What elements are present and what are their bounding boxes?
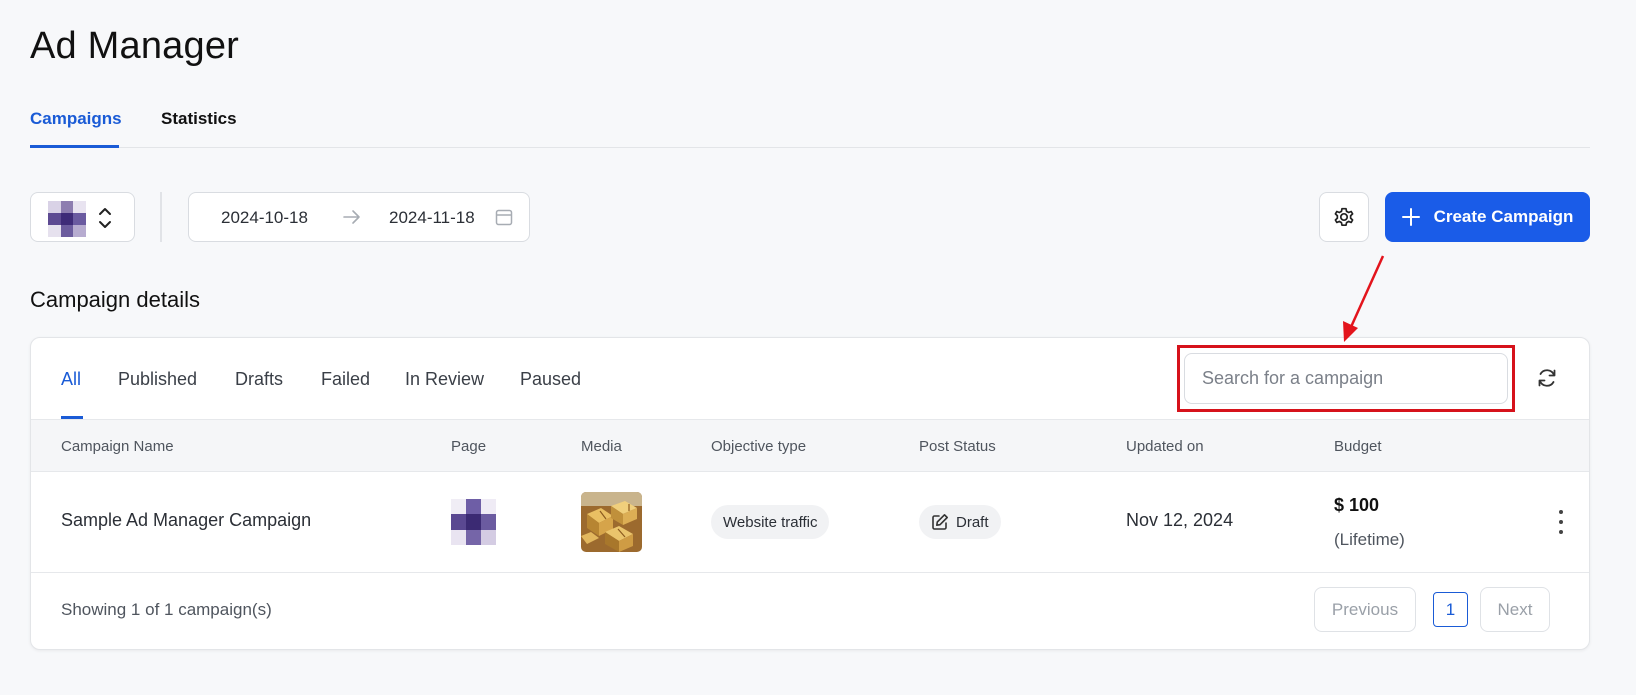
- next-button[interactable]: Next: [1480, 587, 1550, 632]
- row-actions-menu-icon[interactable]: [1551, 510, 1571, 534]
- section-title: Campaign details: [30, 287, 200, 312]
- campaign-name[interactable]: Sample Ad Manager Campaign: [61, 510, 311, 531]
- budget-amount: $ 100: [1334, 495, 1380, 515]
- tab-statistics[interactable]: Statistics: [161, 109, 237, 129]
- objective-chip: Website traffic: [711, 505, 830, 539]
- objective-label: Website traffic: [723, 513, 818, 531]
- status-badge: Draft: [919, 505, 1001, 539]
- filter-tab-published[interactable]: Published: [118, 369, 197, 390]
- status-label: Draft: [956, 513, 989, 531]
- pagination-summary: Showing 1 of 1 campaign(s): [61, 600, 272, 619]
- chevron-up-down-icon: [99, 208, 111, 228]
- column-header-page: Page: [451, 438, 487, 455]
- column-header-media: Media: [581, 438, 622, 455]
- page-avatar: [451, 499, 496, 545]
- column-header-updated-on: Updated on: [1126, 438, 1204, 455]
- updated-on: Nov 12, 2024: [1126, 510, 1234, 530]
- refresh-icon: [1538, 369, 1556, 387]
- edit-icon: [932, 514, 948, 530]
- page-title: Ad Manager: [30, 25, 240, 67]
- settings-button[interactable]: [1319, 192, 1369, 242]
- filter-tab-failed[interactable]: Failed: [321, 369, 370, 390]
- page-avatar: [48, 201, 86, 237]
- table-header: Campaign Name Page Media Objective type …: [31, 419, 1589, 472]
- annotation-highlight-box: [1177, 345, 1515, 412]
- date-range-picker[interactable]: 2024-10-18 2024-11-18: [188, 192, 530, 242]
- filter-tab-paused[interactable]: Paused: [520, 369, 581, 390]
- refresh-button[interactable]: [1531, 362, 1563, 394]
- column-header-objective-type: Objective type: [711, 438, 807, 455]
- active-tab-indicator: [30, 145, 119, 148]
- main-tabs: Campaigns Statistics: [30, 100, 1590, 148]
- calendar-icon: [495, 209, 513, 226]
- filter-tab-in-review[interactable]: In Review: [405, 369, 484, 390]
- gear-icon: [1334, 207, 1354, 227]
- column-header-campaign-name: Campaign Name: [61, 438, 174, 455]
- create-campaign-label: Create Campaign: [1433, 207, 1574, 226]
- media-thumbnail[interactable]: [581, 492, 642, 552]
- budget-type: (Lifetime): [1334, 530, 1405, 549]
- toolbar-divider: [160, 192, 162, 242]
- page-number-button[interactable]: 1: [1433, 592, 1468, 627]
- filter-tab-drafts[interactable]: Drafts: [235, 369, 283, 390]
- page-selector[interactable]: [30, 192, 135, 242]
- create-campaign-button[interactable]: Create Campaign: [1385, 192, 1590, 242]
- plus-icon: [1401, 208, 1420, 226]
- arrow-right-icon: [343, 210, 360, 224]
- column-header-post-status: Post Status: [919, 438, 996, 455]
- date-start[interactable]: 2024-10-18: [221, 208, 308, 228]
- campaign-table-card: All Published Drafts Failed In Review Pa…: [30, 337, 1590, 650]
- column-header-budget: Budget: [1334, 438, 1382, 455]
- filter-tab-all[interactable]: All: [61, 369, 81, 390]
- previous-button[interactable]: Previous: [1314, 587, 1416, 632]
- date-end[interactable]: 2024-11-18: [389, 208, 475, 228]
- tab-campaigns[interactable]: Campaigns: [30, 109, 122, 129]
- table-row[interactable]: Sample Ad Manager Campaign Website traff…: [31, 472, 1589, 573]
- gift-boxes-image: [581, 492, 642, 552]
